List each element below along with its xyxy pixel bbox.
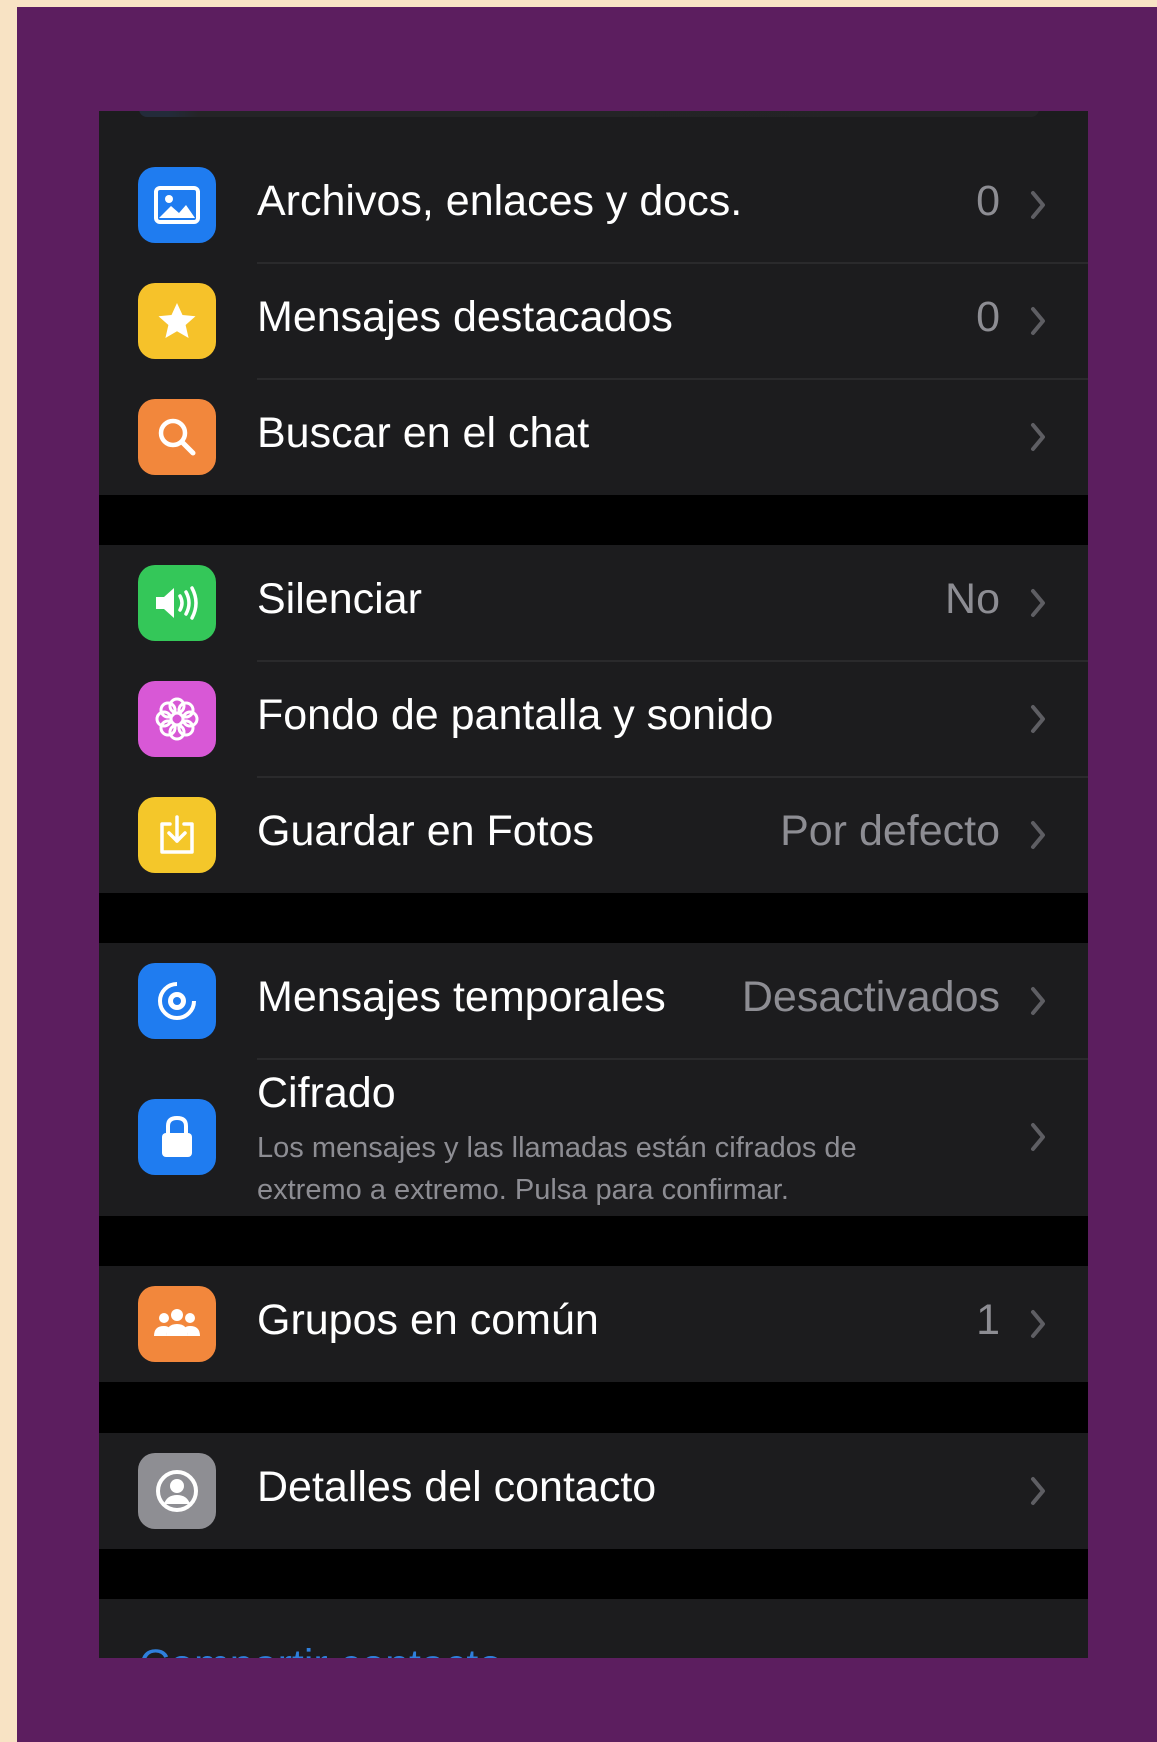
row-label: Buscar en el chat [257, 409, 590, 457]
save-icon [138, 797, 216, 873]
chevron-right-icon [1031, 705, 1045, 733]
row-value: Por defecto [780, 807, 1000, 855]
row-subtitle-line: extremo a extremo. Pulsa para confirmar. [257, 1174, 789, 1206]
chat-info-list: Archivos, enlaces y docs. 0 Mensajes des… [99, 111, 1088, 1658]
row-label: Mensajes destacados [257, 293, 673, 341]
row-search-chat[interactable]: Buscar en el chat [99, 379, 1088, 495]
row-label: Archivos, enlaces y docs. [257, 177, 743, 225]
groups-section: Grupos en común 1 [99, 1266, 1088, 1382]
lock-icon [138, 1099, 216, 1175]
speaker-icon [138, 565, 216, 641]
timer-icon [138, 963, 216, 1039]
row-value: 0 [976, 293, 1000, 341]
media-section: Archivos, enlaces y docs. 0 Mensajes des… [99, 147, 1088, 495]
chevron-right-icon [1031, 987, 1045, 1015]
chevron-right-icon [1031, 821, 1045, 849]
row-disappearing-messages[interactable]: Mensajes temporales Desactivados [99, 943, 1088, 1059]
chevron-right-icon [1031, 1123, 1045, 1151]
row-value: 0 [976, 177, 1000, 225]
row-value: Desactivados [741, 973, 1000, 1021]
row-label: Silenciar [257, 575, 422, 623]
row-save-to-photos[interactable]: Guardar en Fotos Por defecto [99, 777, 1088, 893]
row-starred-messages[interactable]: Mensajes destacados 0 [99, 263, 1088, 379]
row-label: Cifrado [257, 1069, 396, 1117]
group-icon [138, 1286, 216, 1362]
row-value: No [945, 575, 1000, 623]
chevron-right-icon [1031, 1310, 1045, 1338]
row-groups-in-common[interactable]: Grupos en común 1 [99, 1266, 1088, 1382]
row-label: Grupos en común [257, 1296, 599, 1344]
flower-icon [138, 681, 216, 757]
row-subtitle-line: Los mensajes y las llamadas están cifrad… [257, 1132, 857, 1164]
row-encryption[interactable]: Cifrado Los mensajes y las llamadas está… [99, 1059, 1088, 1216]
chevron-right-icon [1031, 1477, 1045, 1505]
chevron-right-icon [1031, 191, 1045, 219]
row-label: Mensajes temporales [257, 973, 666, 1021]
row-label: Fondo de pantalla y sonido [257, 691, 774, 739]
row-label: Guardar en Fotos [257, 807, 595, 855]
row-label: Detalles del contacto [257, 1463, 657, 1511]
row-mute[interactable]: Silenciar No [99, 545, 1088, 661]
row-wallpaper-sound[interactable]: Fondo de pantalla y sonido [99, 661, 1088, 777]
privacy-section: Mensajes temporales Desactivados Cifrado… [99, 943, 1088, 1216]
row-contact-details[interactable]: Detalles del contacto [99, 1433, 1088, 1549]
preferences-section: Silenciar No Fondo de pantalla y sonido [99, 545, 1088, 893]
share-contact-link[interactable]: Compartir contacto [139, 1641, 502, 1658]
contact-section: Detalles del contacto [99, 1433, 1088, 1549]
contact-icon [138, 1453, 216, 1529]
row-value: 1 [976, 1296, 1000, 1344]
chevron-right-icon [1031, 423, 1045, 451]
photo-icon [138, 167, 216, 243]
search-icon [138, 399, 216, 475]
previous-row-cutoff [99, 111, 1088, 147]
chevron-right-icon [1031, 589, 1045, 617]
chevron-right-icon [1031, 307, 1045, 335]
star-icon [138, 283, 216, 359]
row-files-links-docs[interactable]: Archivos, enlaces y docs. 0 [99, 147, 1088, 263]
